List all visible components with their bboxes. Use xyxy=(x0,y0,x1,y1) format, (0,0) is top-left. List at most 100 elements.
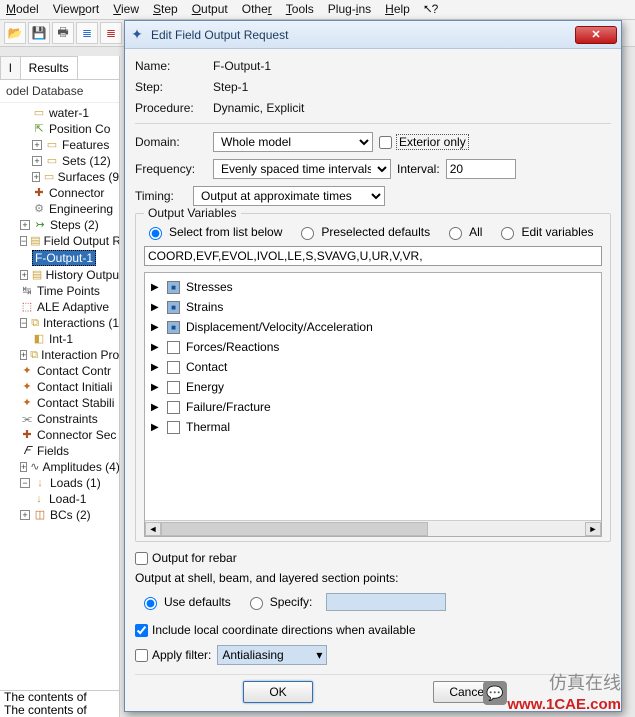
tree-item-f-output-1[interactable]: F-Output-1 xyxy=(4,249,119,267)
dialog-title: Edit Field Output Request xyxy=(151,28,575,42)
dialog-icon: ✦ xyxy=(129,27,145,43)
menu-model[interactable]: Model xyxy=(6,2,39,17)
variable-row[interactable]: ▶Thermal xyxy=(151,417,595,437)
variable-checkbox[interactable] xyxy=(167,401,180,414)
tree-item-ale[interactable]: ⬚ALE Adaptive xyxy=(4,299,119,315)
tree-item-load1[interactable]: ↓Load-1 xyxy=(4,491,119,507)
menu-step[interactable]: Step xyxy=(153,2,178,17)
frequency-select[interactable]: Evenly spaced time intervals xyxy=(213,159,391,179)
tree-item-amplitudes[interactable]: +∿Amplitudes (4) xyxy=(4,459,119,475)
expand-icon[interactable]: ▶ xyxy=(151,362,161,373)
tree-item-fields[interactable]: 𝐹Fields xyxy=(4,443,119,459)
specify-field[interactable] xyxy=(326,593,446,611)
variable-checkbox[interactable] xyxy=(167,301,180,314)
domain-select[interactable]: Whole model xyxy=(213,132,373,152)
tree-item-position[interactable]: ⇱Position Co xyxy=(4,121,119,137)
tree-item-interaction-pro[interactable]: +⧉Interaction Pro xyxy=(4,347,119,363)
radio-edit-variables[interactable] xyxy=(501,227,514,240)
menu-tools[interactable]: Tools xyxy=(286,2,314,17)
db-red-icon[interactable]: ≣ xyxy=(100,22,122,44)
radio-specify[interactable] xyxy=(250,597,263,610)
output-for-rebar-checkbox[interactable] xyxy=(135,552,148,565)
variable-row[interactable]: ▶Strains xyxy=(151,297,595,317)
tab-model[interactable]: l xyxy=(0,56,21,79)
expand-icon[interactable]: ▶ xyxy=(151,342,161,353)
tree-item-contact-controls[interactable]: ✦Contact Contr xyxy=(4,363,119,379)
expand-icon[interactable]: ▶ xyxy=(151,322,161,333)
variable-row[interactable]: ▶Stresses xyxy=(151,277,595,297)
variable-checkbox[interactable] xyxy=(167,381,180,394)
tree-item-bcs[interactable]: +◫BCs (2) xyxy=(4,507,119,523)
filter-select[interactable]: Antialiasing▾ xyxy=(217,645,327,665)
chevron-down-icon: ▾ xyxy=(316,648,322,662)
tree-item-field-output[interactable]: −▤Field Output R xyxy=(4,233,119,249)
dialog-titlebar[interactable]: ✦ Edit Field Output Request ✕ xyxy=(125,21,621,49)
ok-button[interactable]: OK xyxy=(243,681,313,703)
timing-select[interactable]: Output at approximate times xyxy=(193,186,385,206)
save-icon[interactable]: 💾 xyxy=(28,22,50,44)
tree-item-connector[interactable]: ✚Connector xyxy=(4,185,119,201)
tree-item-engineering[interactable]: ⚙Engineering xyxy=(4,201,119,217)
procedure-value: Dynamic, Explicit xyxy=(213,101,304,115)
variable-row[interactable]: ▶Displacement/Velocity/Acceleration xyxy=(151,317,595,337)
tree-item-connector-sec[interactable]: ✚Connector Sec xyxy=(4,427,119,443)
menu-plugins[interactable]: Plug-ins xyxy=(328,2,371,17)
variable-label: Forces/Reactions xyxy=(186,340,279,354)
tree-item-loads[interactable]: −↓Loads (1) xyxy=(4,475,119,491)
tree-item-interactions[interactable]: −⧉Interactions (1 xyxy=(4,315,119,331)
include-local-checkbox[interactable] xyxy=(135,624,148,637)
radio-use-defaults[interactable] xyxy=(144,597,157,610)
expand-icon[interactable]: ▶ xyxy=(151,422,161,433)
tab-results[interactable]: Results xyxy=(20,56,78,79)
interval-field[interactable] xyxy=(446,159,516,179)
tree-item-timepoints[interactable]: ↹Time Points xyxy=(4,283,119,299)
expand-icon[interactable]: ▶ xyxy=(151,382,161,393)
menu-output[interactable]: Output xyxy=(192,2,228,17)
frequency-label: Frequency: xyxy=(135,162,207,176)
scroll-right-icon[interactable]: ► xyxy=(585,522,601,536)
tree-item-water[interactable]: ▭water-1 xyxy=(4,105,119,121)
open-icon[interactable]: 📂 xyxy=(4,22,26,44)
variables-field[interactable] xyxy=(144,246,602,266)
tree-item-surfaces[interactable]: +▭Surfaces (9 xyxy=(4,169,119,185)
model-tree[interactable]: ▭water-1 ⇱Position Co +▭Features +▭Sets … xyxy=(0,103,119,525)
tree-item-sets[interactable]: +▭Sets (12) xyxy=(4,153,119,169)
radio-all[interactable] xyxy=(449,227,462,240)
variable-checkbox[interactable] xyxy=(167,341,180,354)
variable-row[interactable]: ▶ Forces/Reactions xyxy=(151,337,595,357)
menu-view[interactable]: View xyxy=(113,2,139,17)
horizontal-scrollbar[interactable]: ◄ ► xyxy=(145,520,601,536)
tree-item-contact-stab[interactable]: ✦Contact Stabili xyxy=(4,395,119,411)
expand-icon[interactable]: ▶ xyxy=(151,302,161,313)
exterior-only-checkbox[interactable] xyxy=(379,136,392,149)
radio-preselected[interactable] xyxy=(301,227,314,240)
watermark-url: www.1CAE.com xyxy=(507,696,621,713)
apply-filter-checkbox[interactable] xyxy=(135,649,148,662)
variable-checkbox[interactable] xyxy=(167,281,180,294)
variable-label: Energy xyxy=(186,380,224,394)
variable-row[interactable]: ▶Failure/Fracture xyxy=(151,397,595,417)
tree-item-steps[interactable]: +↣Steps (2) xyxy=(4,217,119,233)
tree-item-constraints[interactable]: ⫘Constraints xyxy=(4,411,119,427)
db-blue-icon[interactable]: ≣ xyxy=(76,22,98,44)
expand-icon[interactable]: ▶ xyxy=(151,402,161,413)
close-button[interactable]: ✕ xyxy=(575,26,617,44)
scroll-left-icon[interactable]: ◄ xyxy=(145,522,161,536)
tree-item-contact-init[interactable]: ✦Contact Initiali xyxy=(4,379,119,395)
menu-other[interactable]: Other xyxy=(242,2,272,17)
tree-item-features[interactable]: +▭Features xyxy=(4,137,119,153)
expand-icon[interactable]: ▶ xyxy=(151,282,161,293)
radio-select-from-list[interactable] xyxy=(149,227,162,240)
variable-checkbox[interactable] xyxy=(167,421,180,434)
variables-list[interactable]: ▶Stresses▶Strains▶Displacement/Velocity/… xyxy=(144,272,602,537)
menu-help[interactable]: Help xyxy=(385,2,410,17)
variable-row[interactable]: ▶Contact xyxy=(151,357,595,377)
variable-checkbox[interactable] xyxy=(167,361,180,374)
print-icon[interactable]: 🖶 xyxy=(52,22,74,44)
name-value: F-Output-1 xyxy=(213,59,271,73)
menu-viewport[interactable]: Viewport xyxy=(53,2,100,17)
tree-item-int1[interactable]: ◧Int-1 xyxy=(4,331,119,347)
variable-row[interactable]: ▶ Energy xyxy=(151,377,595,397)
variable-checkbox[interactable] xyxy=(167,321,180,334)
tree-item-history[interactable]: +▤History Outpu xyxy=(4,267,119,283)
